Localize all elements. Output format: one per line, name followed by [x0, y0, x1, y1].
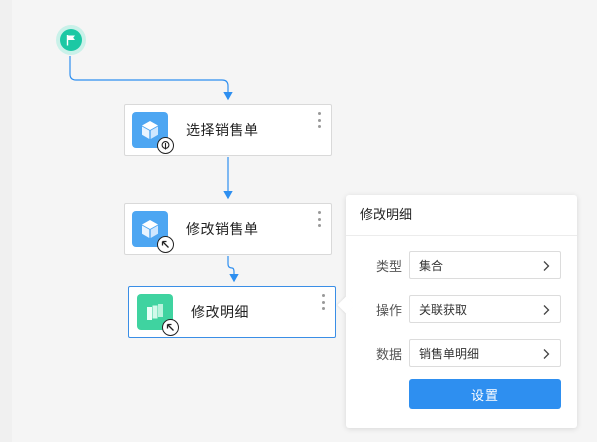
cursor-arrow-icon: [157, 236, 174, 253]
more-options-icon[interactable]: [317, 211, 321, 227]
connector-node2-to-node3: [227, 256, 239, 283]
type-label: 类型: [375, 259, 402, 275]
flow-node-edit-sales-order[interactable]: 修改销售单: [124, 203, 332, 255]
flow-node-edit-detail[interactable]: 修改明细: [128, 286, 336, 338]
panel-title: 修改明细: [346, 195, 577, 236]
chevron-right-icon: [543, 261, 550, 271]
node-icon-container: [137, 294, 179, 336]
flow-node-select-sales-order[interactable]: 选择销售单: [124, 104, 332, 156]
node-label: 修改明细: [191, 305, 249, 321]
data-label: 数据: [375, 347, 402, 363]
chevron-right-icon: [543, 305, 550, 315]
type-row: 类型 集合: [346, 251, 577, 279]
start-node-inner: [60, 29, 82, 51]
cube-icon: [142, 220, 158, 238]
cursor-arrow-icon: [162, 319, 179, 336]
type-select[interactable]: 集合: [409, 251, 561, 279]
start-node[interactable]: [56, 25, 86, 55]
node-properties-panel: 修改明细 类型 集合 操作 关联获取 数据 销售单明细 设置: [337, 195, 577, 428]
more-options-icon[interactable]: [317, 112, 321, 128]
touch-icon: [157, 137, 174, 154]
stack-icon: [147, 304, 163, 320]
data-row: 数据 销售单明细: [346, 339, 577, 367]
node-label: 选择销售单: [186, 123, 259, 139]
setup-button[interactable]: 设置: [409, 379, 561, 409]
flow-canvas: 选择销售单 修改销售单 修改明细 修改明细 类型 集合 操作 关联获取 数据 销…: [0, 0, 597, 442]
data-value: 销售单明细: [419, 346, 480, 361]
more-options-icon[interactable]: [321, 294, 325, 310]
type-value: 集合: [419, 258, 444, 273]
node-icon-container: [132, 112, 174, 154]
flag-icon: [66, 35, 75, 46]
node-icon-container: [132, 211, 174, 253]
operation-row: 操作 关联获取: [346, 295, 577, 323]
chevron-right-icon: [543, 349, 550, 359]
cube-icon: [142, 121, 158, 139]
operation-value: 关联获取: [419, 302, 468, 317]
node-label: 修改销售单: [186, 222, 259, 238]
data-select[interactable]: 销售单明细: [409, 339, 561, 367]
operation-label: 操作: [375, 303, 402, 319]
connector-start-to-node1: [69, 56, 233, 101]
operation-select[interactable]: 关联获取: [409, 295, 561, 323]
